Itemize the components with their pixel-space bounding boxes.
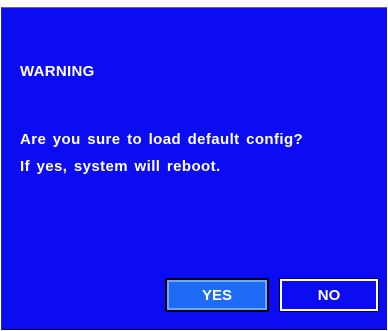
message-line-2: If yes, system will reboot. [20,158,221,175]
screen: WARNING Are you sure to load default con… [0,0,388,331]
dialog-title: WARNING [20,63,95,80]
yes-button[interactable]: YES [165,278,269,312]
no-button[interactable]: NO [279,278,379,312]
dialog-message: Are you sure to load default config? If … [20,126,303,180]
message-line-1: Are you sure to load default config? [20,131,304,148]
